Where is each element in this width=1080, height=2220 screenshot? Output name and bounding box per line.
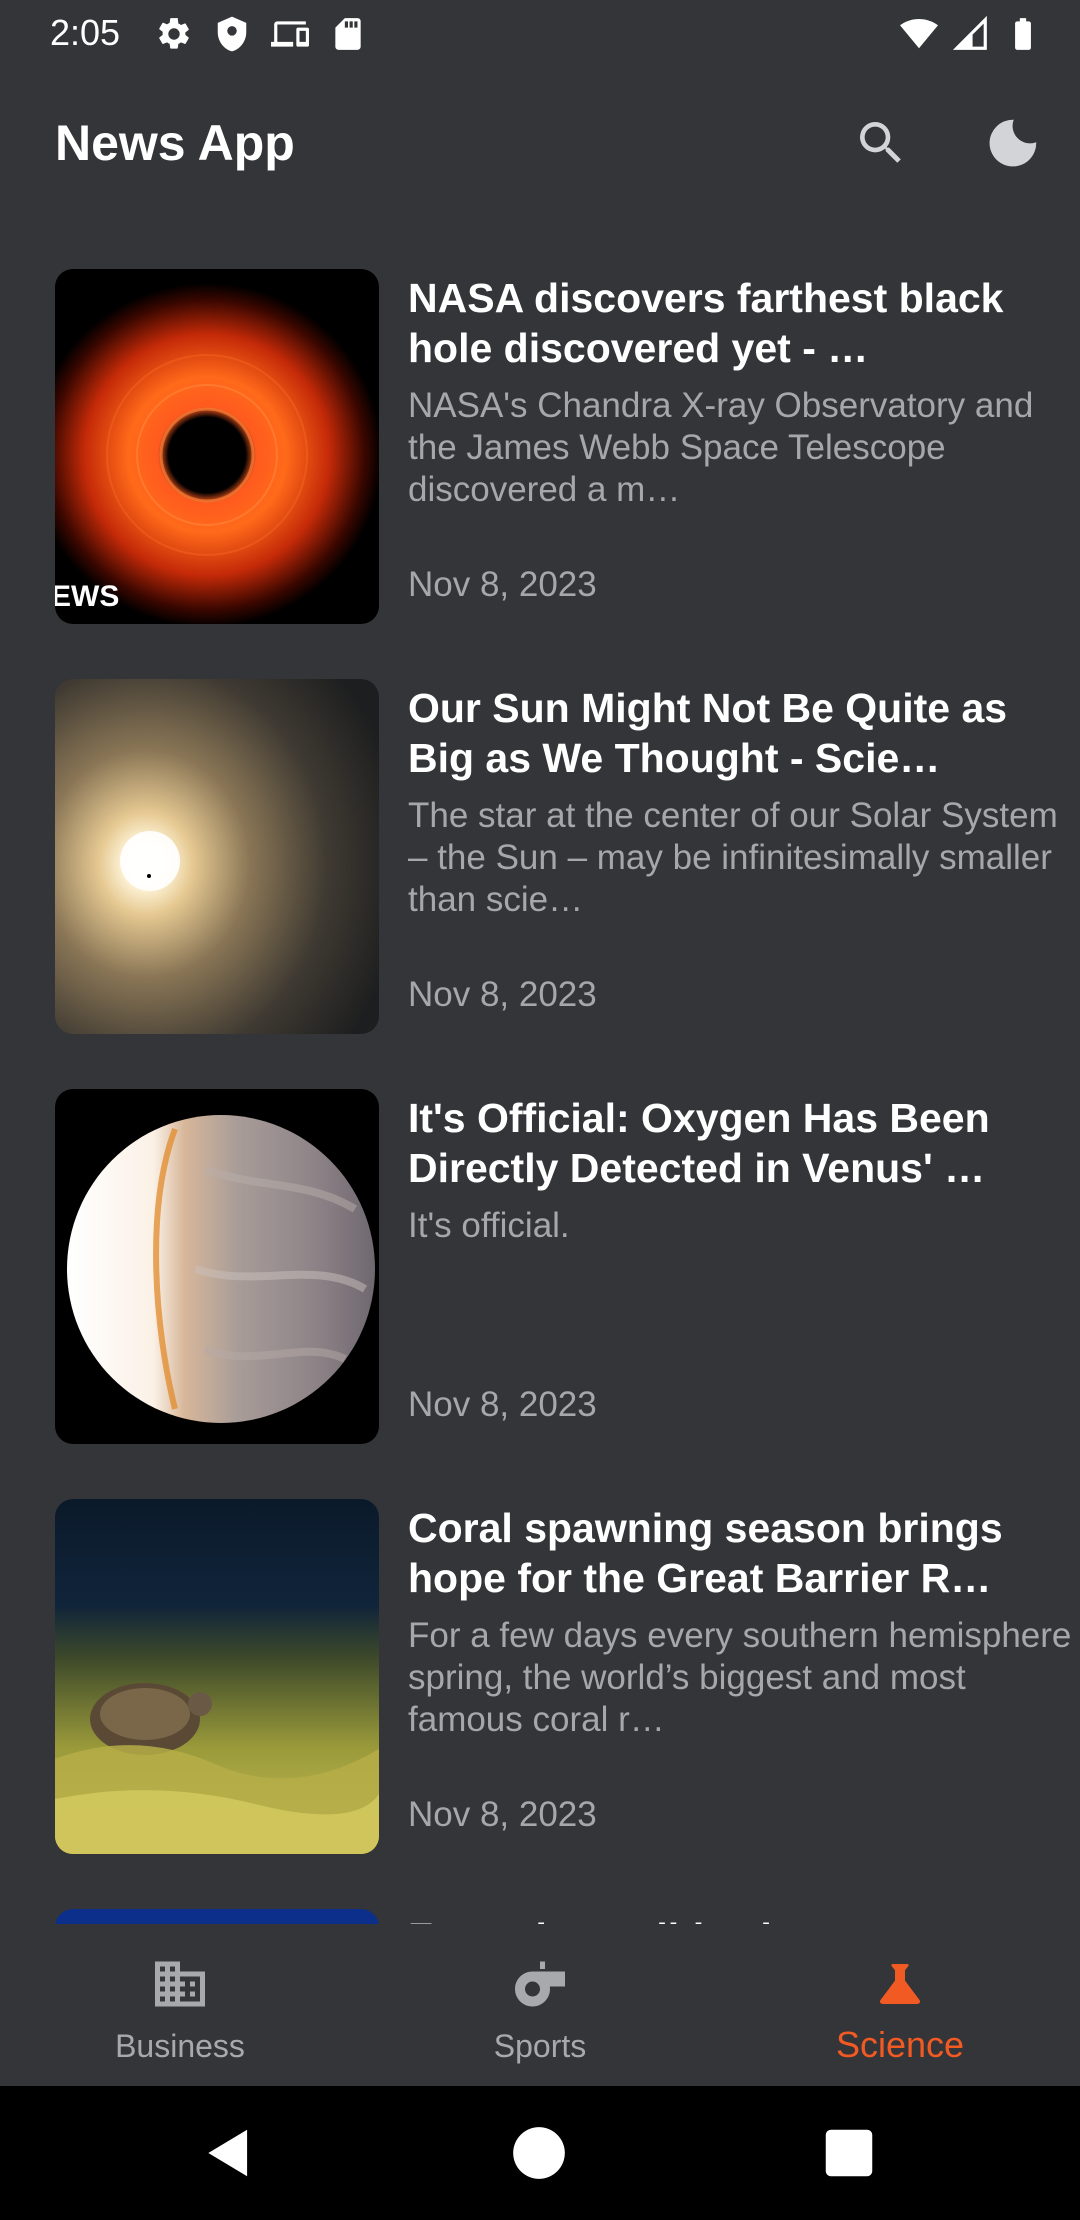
signal-icon bbox=[952, 15, 990, 53]
sd-card-icon bbox=[329, 15, 367, 53]
article-thumbnail: EWS bbox=[55, 269, 379, 624]
status-icons-left bbox=[155, 15, 367, 53]
settings-icon bbox=[155, 15, 193, 53]
news-app-screen: 2:05 News App EWS NASA discovers farthes… bbox=[0, 0, 1080, 2220]
nav-label: Business bbox=[115, 2028, 245, 2064]
home-button[interactable] bbox=[508, 2122, 570, 2184]
article-thumbnail bbox=[55, 1909, 379, 1924]
shield-icon bbox=[213, 15, 251, 53]
back-icon bbox=[208, 2129, 248, 2177]
building-icon bbox=[150, 1954, 210, 2014]
search-button[interactable] bbox=[846, 108, 916, 178]
article-thumbnail bbox=[55, 1499, 379, 1854]
wifi-icon bbox=[900, 15, 938, 53]
image-caption: EWS bbox=[55, 580, 119, 613]
article-date: Nov 8, 2023 bbox=[408, 1385, 597, 1424]
moon-icon bbox=[989, 119, 1037, 167]
article-date: Nov 8, 2023 bbox=[408, 975, 597, 1014]
article-description: For a few days every southern hemisphere… bbox=[408, 1616, 1072, 1739]
article-text: Formula Euclid Tele… bbox=[408, 1909, 1078, 1924]
nav-label: Science bbox=[835, 2024, 965, 2065]
article-thumbnail bbox=[55, 679, 379, 1034]
article-text: NASA discovers farthest black hole disco… bbox=[408, 269, 1078, 624]
article-title: It's Official: Oxygen Has Been Directly … bbox=[408, 1095, 990, 1191]
status-bar: 2:05 bbox=[0, 0, 1080, 66]
article-card[interactable]: Formula Euclid Tele… bbox=[55, 1909, 1035, 1924]
battery-icon bbox=[1004, 15, 1042, 53]
article-image bbox=[55, 1909, 379, 1924]
status-time: 2:05 bbox=[50, 12, 121, 53]
home-icon bbox=[513, 2127, 565, 2179]
article-card[interactable]: It's Official: Oxygen Has Been Directly … bbox=[55, 1089, 1035, 1444]
article-text: Our Sun Might Not Be Quite as Big as We … bbox=[408, 679, 1078, 1034]
app-title: News App bbox=[55, 115, 295, 171]
system-navigation-bar bbox=[0, 2086, 1080, 2220]
dark-mode-toggle-button[interactable] bbox=[978, 108, 1048, 178]
nav-label: Sports bbox=[493, 2028, 587, 2064]
article-title: Our Sun Might Not Be Quite as Big as We … bbox=[408, 685, 1008, 781]
venus-image bbox=[55, 1089, 379, 1444]
app-bar: News App bbox=[0, 66, 1080, 226]
coral-turtle-image bbox=[55, 1499, 379, 1854]
sun-image bbox=[55, 679, 379, 1034]
article-card[interactable]: Our Sun Might Not Be Quite as Big as We … bbox=[55, 679, 1058, 1034]
article-description: The star at the center of our Solar Syst… bbox=[408, 796, 1058, 919]
article-card[interactable]: Coral spawning season brings hope for th… bbox=[55, 1499, 1071, 1854]
nav-item-science[interactable]: Science bbox=[720, 1924, 1080, 2086]
article-date: Nov 8, 2023 bbox=[408, 565, 597, 604]
search-icon bbox=[860, 122, 901, 163]
back-button[interactable] bbox=[198, 2122, 260, 2184]
recents-button[interactable] bbox=[818, 2122, 880, 2184]
article-card[interactable]: EWS NASA discovers farthest black hole d… bbox=[55, 269, 1035, 624]
nav-item-sports[interactable]: Sports bbox=[360, 1924, 720, 2086]
article-description: It's official. bbox=[408, 1206, 570, 1245]
article-text: It's Official: Oxygen Has Been Directly … bbox=[408, 1089, 1078, 1444]
nav-item-business[interactable]: Business bbox=[0, 1924, 360, 2086]
article-text: Coral spawning season brings hope for th… bbox=[408, 1499, 1078, 1854]
article-description: NASA's Chandra X-ray Observatory and the… bbox=[408, 386, 1034, 509]
black-hole-image: EWS bbox=[55, 269, 379, 624]
devices-icon bbox=[271, 15, 309, 53]
recents-icon bbox=[825, 2129, 873, 2177]
article-list[interactable]: EWS NASA discovers farthest black hole d… bbox=[0, 226, 1080, 1924]
flask-icon bbox=[870, 1954, 930, 2014]
article-title: Coral spawning season brings hope for th… bbox=[408, 1505, 1003, 1601]
status-icons-right bbox=[900, 15, 1042, 53]
whistle-icon bbox=[510, 1954, 570, 2014]
article-title: NASA discovers farthest black hole disco… bbox=[408, 275, 1004, 371]
bottom-navigation: Business Sports Science bbox=[0, 1924, 1080, 2086]
article-thumbnail bbox=[55, 1089, 379, 1444]
article-title: Formula Euclid Tele… bbox=[408, 1913, 1078, 1924]
article-date: Nov 8, 2023 bbox=[408, 1795, 597, 1834]
